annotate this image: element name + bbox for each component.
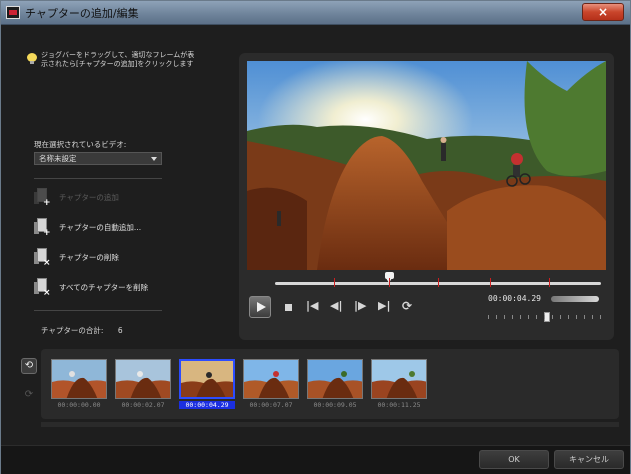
delete-all-chapters-icon: ×: [34, 277, 51, 298]
jog-tick: [520, 315, 521, 319]
chapter-thumbnail-image: [243, 359, 299, 399]
lightbulb-icon: [27, 53, 37, 65]
play-button[interactable]: [249, 296, 271, 318]
filmstrip-scrollbar[interactable]: [41, 422, 619, 427]
add-chapter-button[interactable]: + チャプターの追加: [34, 187, 184, 208]
jog-tick: [568, 315, 569, 319]
close-button[interactable]: ×: [582, 3, 624, 21]
chapter-thumbnail[interactable]: 00:00:02.07: [115, 359, 171, 411]
chapter-total: チャプターの合計: 6: [41, 325, 123, 336]
chapter-mark: [548, 278, 550, 287]
previous-chapter-button[interactable]: |◀: [306, 300, 318, 312]
preview-panel: |◀ ◀| |▶ ▶| ⟳ 00:00:04.29: [239, 53, 614, 340]
step-back-button[interactable]: ◀|: [330, 300, 342, 312]
chapter-thumbnail[interactable]: 00:00:00.00: [51, 359, 107, 411]
chapter-thumbnail-image: [179, 359, 235, 399]
play-icon: [257, 302, 266, 312]
chapter-timecode: 00:00:07.07: [249, 401, 293, 409]
delete-chapter-label: チャプターの削除: [59, 253, 119, 262]
video-select[interactable]: 名称未設定: [34, 152, 162, 165]
chapter-mark: [333, 278, 335, 287]
jog-tick: [560, 315, 561, 319]
title-bar: チャプターの追加/編集 ×: [1, 1, 630, 25]
chapter-timecode: 00:00:04.29: [179, 401, 235, 409]
jog-tick: [584, 315, 585, 319]
chapter-thumbnail-image: [371, 359, 427, 399]
ok-button[interactable]: OK: [479, 450, 549, 469]
delete-all-chapters-label: すべてのチャプターを削除: [59, 283, 149, 292]
chapter-thumbnail[interactable]: 00:00:09.05: [307, 359, 363, 411]
chapter-thumbnail-image: [115, 359, 171, 399]
delete-chapter-icon: ×: [34, 247, 51, 268]
jog-tick: [600, 315, 601, 319]
app-icon: [6, 6, 20, 19]
add-chapter-icon: +: [34, 187, 51, 208]
chapter-total-label: チャプターの合計:: [41, 326, 104, 335]
chapter-timecode: 00:00:00.00: [57, 401, 101, 409]
chapter-mark: [490, 278, 492, 287]
stop-button[interactable]: [285, 304, 292, 311]
cancel-button[interactable]: キャンセル: [554, 450, 624, 469]
divider: [34, 310, 162, 311]
timecode-display[interactable]: 00:00:04.29: [488, 293, 548, 305]
jog-tick: [536, 315, 537, 319]
redo-button[interactable]: ⟳: [21, 388, 37, 404]
jog-tick: [488, 315, 489, 319]
divider: [34, 178, 162, 179]
tip-text: ジョグバーをドラッグして、適切なフレームが表示されたら[チャプターの追加]をクリ…: [41, 51, 195, 68]
repeat-button[interactable]: ⟳: [402, 300, 412, 312]
current-video-label: 現在選択されているビデオ:: [34, 140, 127, 149]
next-chapter-button[interactable]: ▶|: [378, 300, 390, 312]
jog-tick: [544, 315, 545, 319]
auto-add-chapter-icon: +: [34, 217, 51, 238]
chapter-mark: [438, 278, 439, 287]
chapter-mark: [389, 278, 391, 287]
jog-bar[interactable]: [488, 312, 606, 322]
chapter-thumbnail[interactable]: 00:00:11.25: [371, 359, 427, 411]
chapter-timecode: 00:00:11.25: [377, 401, 421, 409]
chapter-thumbnail-image: [307, 359, 363, 399]
delete-chapter-button[interactable]: × チャプターの削除: [34, 247, 184, 268]
jog-tick: [528, 315, 529, 319]
chapter-timecode: 00:00:09.05: [313, 401, 357, 409]
jog-tick: [592, 315, 593, 319]
step-forward-button[interactable]: |▶: [354, 300, 366, 312]
volume-slider[interactable]: [551, 296, 599, 302]
add-chapter-label: チャプターの追加: [59, 193, 119, 202]
video-select-value: 名称未設定: [39, 154, 77, 163]
jog-tick: [504, 315, 505, 319]
auto-add-chapters-button[interactable]: + チャプターの自動追加...: [34, 217, 184, 238]
undo-button[interactable]: ⟲: [21, 358, 37, 374]
window-title: チャプターの追加/編集: [25, 7, 139, 20]
chapter-total-count: 6: [117, 326, 123, 335]
chapter-thumbnail[interactable]: 00:00:04.29: [179, 359, 235, 411]
delete-all-chapters-button[interactable]: × すべてのチャプターを削除: [34, 277, 184, 298]
jog-tick: [576, 315, 577, 319]
auto-add-chapters-label: チャプターの自動追加...: [59, 223, 142, 232]
jog-tick: [552, 315, 553, 319]
chapter-timecode: 00:00:02.07: [121, 401, 165, 409]
chapter-dialog: チャプターの追加/編集 × ジョグバーをドラッグして、適切なフレームが表示された…: [0, 0, 631, 474]
jog-tick: [512, 315, 513, 319]
chapter-thumbnail[interactable]: 00:00:07.07: [243, 359, 299, 411]
chapter-thumbnail-image: [51, 359, 107, 399]
video-preview: [247, 61, 606, 270]
chevron-down-icon: [151, 157, 157, 161]
jog-tick: [496, 315, 497, 319]
